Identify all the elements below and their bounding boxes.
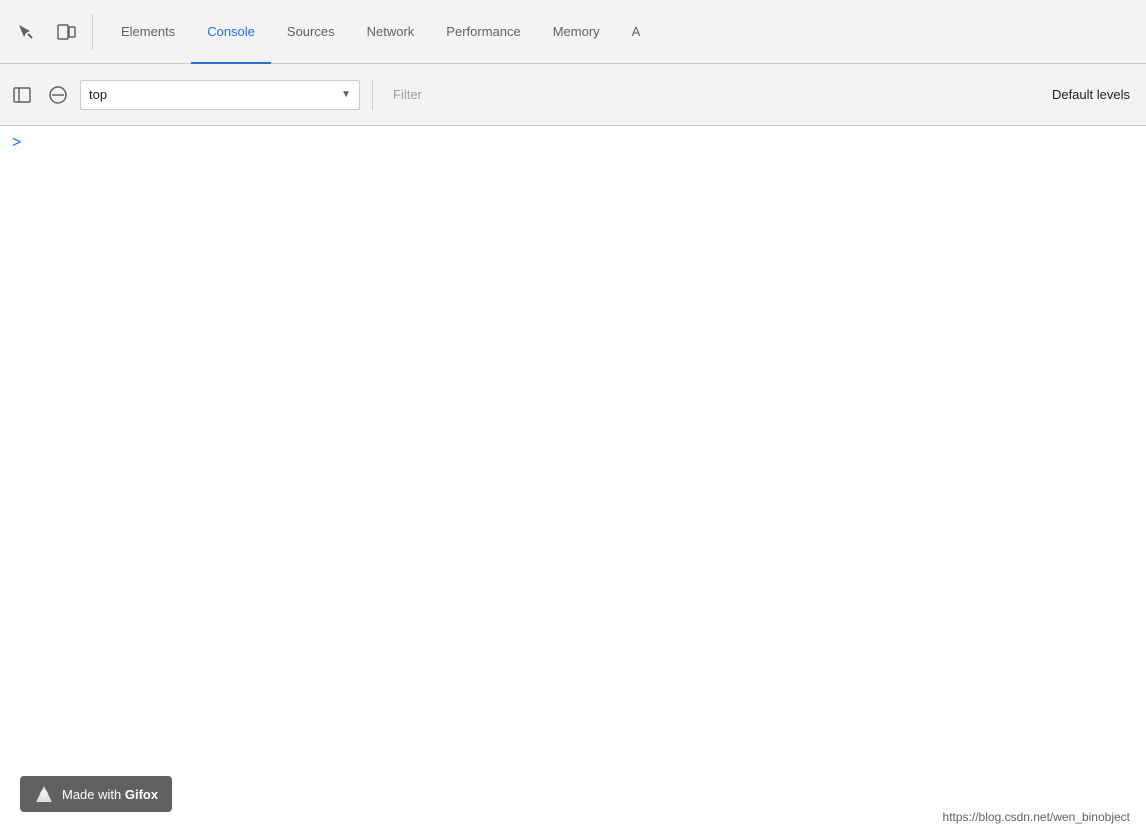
icon-buttons: [0, 14, 105, 50]
console-prompt[interactable]: >: [0, 126, 1146, 160]
made-with-badge: Made with Gifox: [20, 776, 172, 812]
context-selector[interactable]: top ▼: [80, 80, 360, 110]
tab-memory[interactable]: Memory: [537, 1, 616, 64]
second-toolbar: top ▼ Default levels: [0, 64, 1146, 126]
tab-network[interactable]: Network: [351, 1, 431, 64]
url-watermark: https://blog.csdn.net/wen_binobject: [943, 810, 1130, 824]
inspect-element-button[interactable]: [8, 14, 44, 50]
tab-console[interactable]: Console: [191, 1, 271, 64]
default-levels-button[interactable]: Default levels: [1044, 87, 1138, 102]
toggle-device-toolbar-button[interactable]: [48, 14, 84, 50]
made-with-text: Made with Gifox: [62, 787, 158, 802]
context-label: top: [89, 87, 333, 102]
gifox-icon: [34, 784, 54, 804]
main-tabs: Elements Console Sources Network Perform…: [105, 0, 1146, 63]
second-toolbar-divider: [372, 80, 373, 110]
chevron-right-icon: >: [12, 134, 21, 152]
filter-input[interactable]: [385, 80, 1036, 110]
clear-console-button[interactable]: [44, 81, 72, 109]
toolbar-divider: [92, 14, 93, 50]
tab-sources[interactable]: Sources: [271, 1, 351, 64]
tab-performance[interactable]: Performance: [430, 1, 536, 64]
show-console-sidebar-button[interactable]: [8, 81, 36, 109]
top-toolbar: Elements Console Sources Network Perform…: [0, 0, 1146, 64]
console-main-content: > Made with Gifox https://blog.csdn.net/…: [0, 126, 1146, 832]
chevron-down-icon: ▼: [341, 89, 351, 100]
gifox-brand: Gifox: [125, 787, 158, 802]
tab-application[interactable]: A: [616, 1, 657, 64]
tab-elements[interactable]: Elements: [105, 1, 191, 64]
